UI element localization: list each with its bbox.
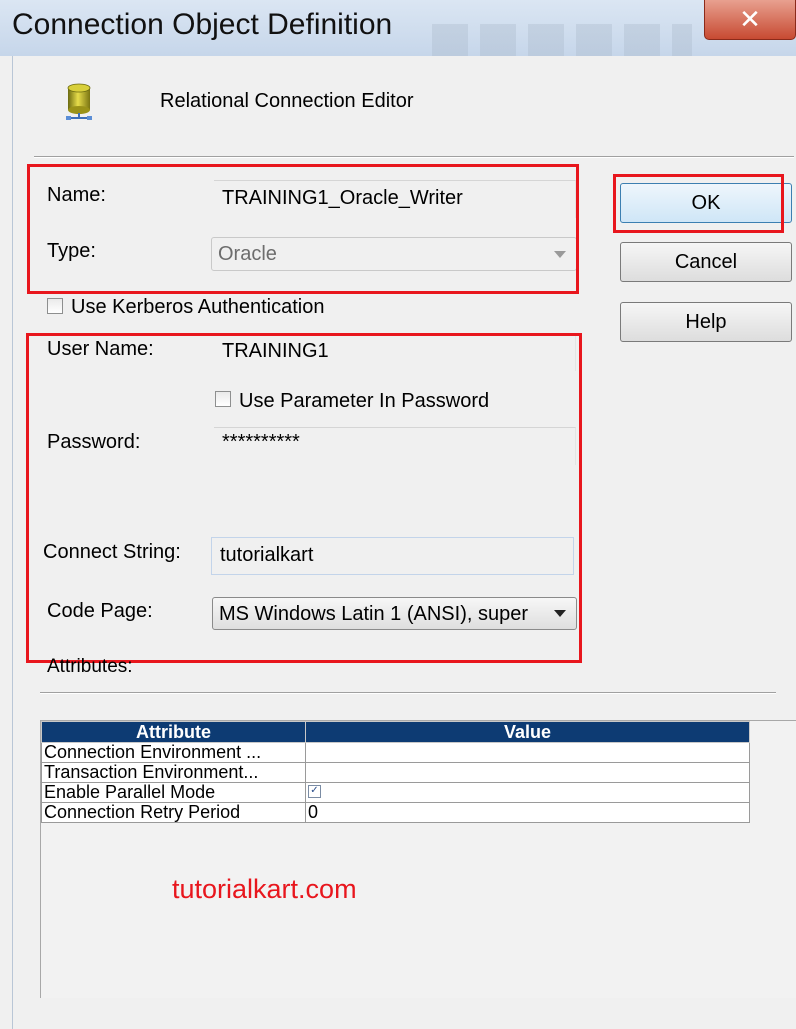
editor-title: Relational Connection Editor xyxy=(160,90,414,112)
highlight-box-ok xyxy=(613,174,784,233)
watermark-text: tutorialkart.com xyxy=(172,874,357,904)
window-title: Connection Object Definition xyxy=(12,8,393,41)
attributes-panel: Attribute Value Connection Environment .… xyxy=(40,720,796,998)
table-row[interactable]: Connection Retry Period 0 xyxy=(41,802,750,823)
table-row[interactable]: Connection Environment ... xyxy=(41,742,750,763)
table-row[interactable]: Enable Parallel Mode ✓ xyxy=(41,782,750,803)
help-button[interactable]: Help xyxy=(620,302,792,342)
attribute-cell: Enable Parallel Mode xyxy=(41,782,306,803)
attribute-cell: Connection Environment ... xyxy=(41,742,306,763)
attributes-label: Attributes: xyxy=(47,656,133,677)
header-separator xyxy=(34,156,794,158)
database-icon xyxy=(66,83,92,120)
value-cell[interactable] xyxy=(305,762,750,783)
value-cell[interactable]: ✓ xyxy=(305,782,750,803)
kerberos-checkbox[interactable] xyxy=(47,298,63,314)
close-button[interactable]: ✕ xyxy=(704,0,796,40)
highlight-box-name-type xyxy=(27,164,579,294)
attribute-cell: Connection Retry Period xyxy=(41,802,306,823)
value-column-header[interactable]: Value xyxy=(305,721,750,743)
close-icon: ✕ xyxy=(739,4,761,34)
table-row[interactable]: Transaction Environment... xyxy=(41,762,750,783)
cancel-button[interactable]: Cancel xyxy=(620,242,792,282)
value-cell[interactable] xyxy=(305,742,750,763)
attributes-separator xyxy=(40,692,776,694)
kerberos-label: Use Kerberos Authentication xyxy=(71,296,325,318)
value-cell[interactable]: 0 xyxy=(305,802,750,823)
highlight-box-credentials xyxy=(26,333,582,663)
attributes-table: Attribute Value Connection Environment .… xyxy=(41,721,750,823)
background-toolbar-icons xyxy=(432,24,692,56)
table-header-row: Attribute Value xyxy=(41,721,750,743)
parallel-mode-checkbox[interactable]: ✓ xyxy=(308,785,321,798)
attribute-column-header[interactable]: Attribute xyxy=(41,721,306,743)
attribute-cell: Transaction Environment... xyxy=(41,762,306,783)
